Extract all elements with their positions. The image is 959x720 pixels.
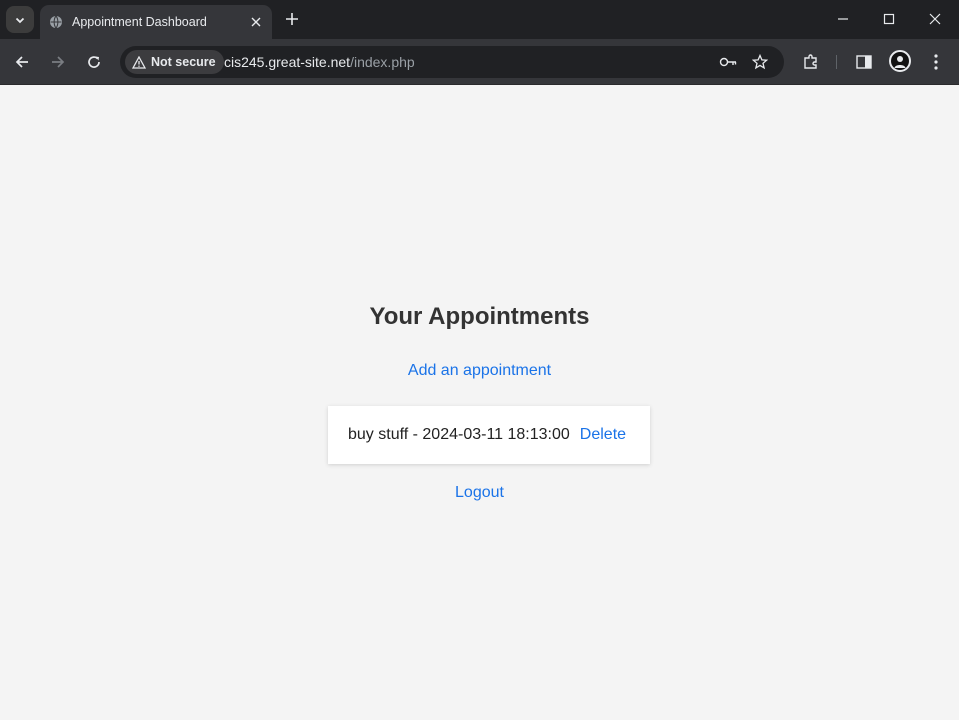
url-host: cis245.great-site.net [224, 54, 351, 70]
reload-button[interactable] [82, 50, 106, 74]
maximize-button[interactable] [877, 7, 901, 31]
logout-row: Logout [0, 484, 959, 502]
url-path: /index.php [350, 54, 415, 70]
star-icon[interactable] [748, 50, 772, 74]
window-close-button[interactable] [923, 7, 947, 31]
profile-avatar[interactable] [889, 50, 911, 72]
minimize-icon [838, 18, 848, 20]
user-icon [894, 56, 906, 68]
add-appointment-link[interactable]: Add an appointment [408, 362, 551, 379]
extensions-button[interactable] [799, 50, 823, 74]
toolbar-divider [836, 55, 837, 69]
url-text[interactable]: cis245.great-site.net/index.php [224, 54, 415, 70]
menu-button[interactable] [924, 50, 948, 74]
arrow-right-icon [52, 56, 65, 68]
side-panel-icon [856, 55, 872, 69]
plus-icon [286, 13, 298, 25]
more-vertical-icon [934, 54, 938, 70]
browser-toolbar: Not secure cis245.great-site.net/index.p… [0, 39, 959, 85]
appointment-item: buy stuff - 2024-03-11 18:13:00 Delete [328, 406, 650, 464]
minimize-button[interactable] [831, 7, 855, 31]
maximize-icon [883, 13, 895, 25]
browser-tab[interactable]: Appointment Dashboard [40, 5, 272, 39]
page-title: Your Appointments [369, 303, 590, 330]
add-appointment-row: Add an appointment [0, 362, 959, 380]
warning-icon [132, 55, 146, 69]
address-bar[interactable]: Not secure cis245.great-site.net/index.p… [120, 46, 784, 78]
delete-appointment-link[interactable]: Delete [580, 426, 626, 444]
puzzle-icon [804, 54, 817, 69]
chevron-down-icon [15, 17, 25, 23]
reload-icon [88, 56, 100, 68]
security-indicator[interactable]: Not secure [125, 50, 224, 74]
close-icon[interactable] [248, 14, 264, 30]
close-icon [929, 13, 941, 25]
appointment-text: buy stuff - 2024-03-11 18:13:00 [348, 426, 570, 443]
new-tab-button[interactable] [282, 9, 302, 29]
forward-button[interactable] [46, 50, 70, 74]
tab-search-button[interactable] [6, 6, 34, 33]
tab-strip: Appointment Dashboard [0, 0, 959, 39]
key-icon[interactable] [716, 50, 740, 74]
security-label: Not secure [151, 55, 216, 69]
page-content: Your Appointments Add an appointment buy… [0, 86, 959, 720]
back-button[interactable] [10, 50, 34, 74]
side-panel-button[interactable] [852, 50, 876, 74]
logout-link[interactable]: Logout [455, 484, 504, 501]
globe-icon [49, 15, 63, 29]
arrow-left-icon [15, 56, 28, 68]
tab-title: Appointment Dashboard [72, 15, 207, 29]
